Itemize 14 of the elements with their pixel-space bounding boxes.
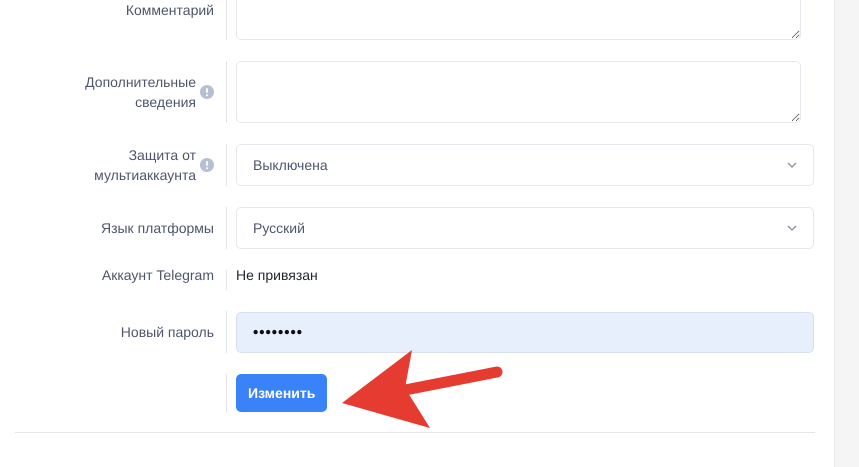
field-value: Не привязан [236, 266, 318, 285]
field-label: Новый пароль [120, 323, 214, 342]
chevron-down-icon [787, 225, 797, 231]
field-label: Дополнительные сведения [84, 73, 196, 112]
textarea-field[interactable] [236, 61, 801, 123]
select-field[interactable]: Русский [236, 207, 814, 249]
select-field[interactable]: Выключена [236, 144, 814, 186]
field-label: Комментарий [126, 1, 214, 20]
submit-button[interactable]: Изменить [236, 374, 328, 412]
field-label: Защита от мультиаккаунта [93, 146, 196, 185]
field-label: Аккаунт Telegram [102, 266, 214, 285]
password-field[interactable]: •••••••• [236, 312, 814, 352]
chevron-down-icon [787, 162, 797, 168]
field-label: Язык платформы [100, 219, 214, 238]
